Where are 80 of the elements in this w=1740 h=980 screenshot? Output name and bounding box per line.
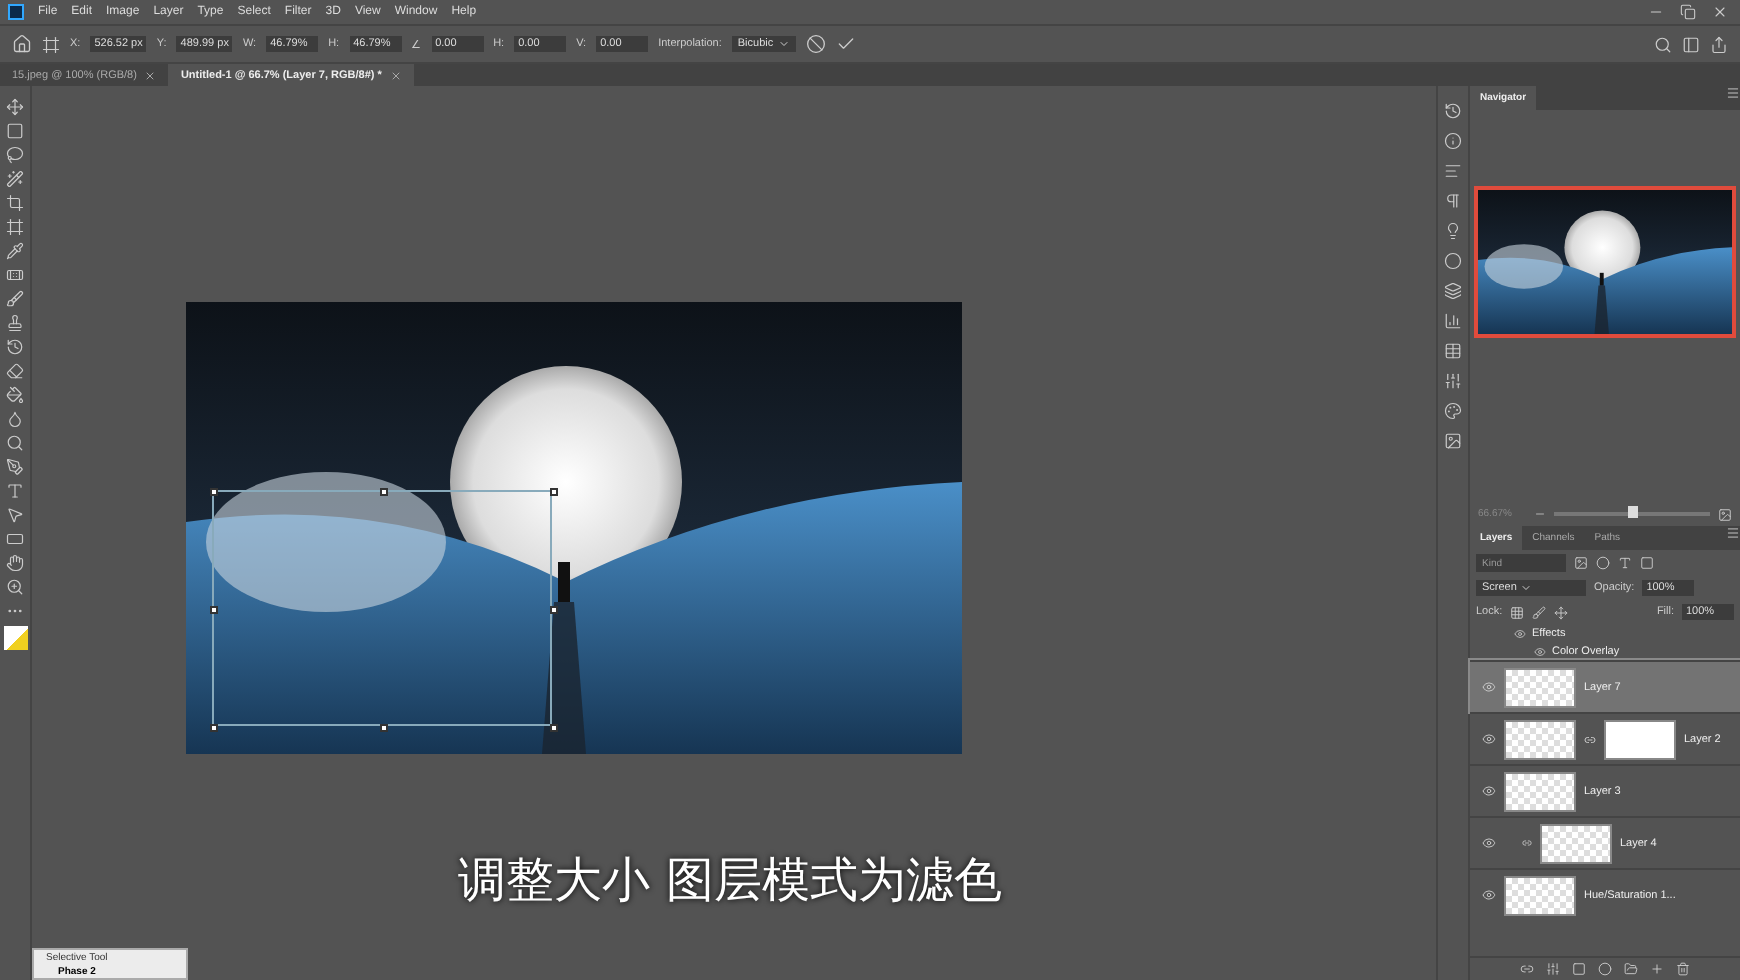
table-icon[interactable] xyxy=(1444,342,1462,360)
transform-handle[interactable] xyxy=(210,724,218,732)
workspace-icon[interactable] xyxy=(1682,35,1700,53)
eraser-icon[interactable] xyxy=(6,362,24,380)
restore-icon[interactable] xyxy=(1680,4,1696,20)
paragraph-icon[interactable] xyxy=(1444,192,1462,210)
transform-handle[interactable] xyxy=(550,488,558,496)
slider-thumb[interactable] xyxy=(1628,506,1638,518)
layer-thumbnail xyxy=(1540,823,1612,863)
transform-handle[interactable] xyxy=(210,606,218,614)
commit-icon[interactable] xyxy=(835,34,856,54)
filter-shape-icon[interactable] xyxy=(1640,556,1654,570)
eye-icon[interactable] xyxy=(1482,888,1496,902)
stamp-icon[interactable] xyxy=(6,314,24,332)
eye-icon[interactable] xyxy=(1482,836,1496,850)
transform-handle[interactable] xyxy=(380,488,388,496)
transform-handle[interactable] xyxy=(550,724,558,732)
transform-handle[interactable] xyxy=(550,606,558,614)
close-icon[interactable] xyxy=(389,69,402,81)
link-icon[interactable] xyxy=(1520,962,1534,976)
lock-position-icon[interactable] xyxy=(1554,605,1569,619)
pointer-icon[interactable] xyxy=(6,506,24,524)
app-logo xyxy=(8,4,24,20)
bandage-icon[interactable] xyxy=(6,266,24,284)
layer-thumbnail xyxy=(1504,719,1576,759)
menu-icon[interactable] xyxy=(1726,86,1740,100)
new-layer-icon[interactable] xyxy=(1650,962,1664,976)
transform-box[interactable] xyxy=(212,490,552,726)
subtitle: 调整大小 图层模式为滤色 xyxy=(456,850,1004,912)
zoom-icon[interactable] xyxy=(6,578,24,596)
lasso-icon[interactable] xyxy=(6,146,24,164)
eye-icon[interactable] xyxy=(1534,645,1546,657)
marquee-icon[interactable] xyxy=(6,122,24,140)
transform-handle[interactable] xyxy=(210,488,218,496)
layer-thumbnail xyxy=(1504,771,1576,811)
close-icon[interactable] xyxy=(144,69,157,81)
crop-icon[interactable] xyxy=(6,194,24,212)
chevron-down-icon xyxy=(1520,582,1533,594)
hand-icon[interactable] xyxy=(6,554,24,572)
move-icon[interactable] xyxy=(6,98,24,116)
wand-icon[interactable] xyxy=(6,170,24,188)
eye-icon[interactable] xyxy=(1482,784,1496,798)
chevron-down-icon xyxy=(777,38,790,50)
pen-icon[interactable] xyxy=(6,458,24,476)
layers-icon[interactable] xyxy=(1444,282,1462,300)
link-icon xyxy=(1584,733,1596,745)
palette-icon[interactable] xyxy=(1444,402,1462,420)
close-icon[interactable] xyxy=(1712,4,1728,20)
color-swatches[interactable] xyxy=(3,626,27,650)
home-icon[interactable] xyxy=(12,34,32,54)
eye-icon[interactable] xyxy=(1514,627,1526,639)
eye-icon[interactable] xyxy=(1482,680,1496,694)
share-icon[interactable] xyxy=(1710,35,1728,53)
info-icon[interactable] xyxy=(1444,132,1462,150)
eye-icon[interactable] xyxy=(1482,732,1496,746)
frame-icon[interactable] xyxy=(6,218,24,236)
type-icon[interactable] xyxy=(6,482,24,500)
transform-icon[interactable] xyxy=(42,35,60,53)
sliders-icon[interactable] xyxy=(1444,372,1462,390)
folder-icon[interactable] xyxy=(1624,962,1638,976)
histogram-icon[interactable] xyxy=(1444,312,1462,330)
layer-thumbnail xyxy=(1504,875,1576,915)
circle-icon[interactable] xyxy=(1444,252,1462,270)
cancel-icon[interactable] xyxy=(805,34,826,54)
eyedropper-icon[interactable] xyxy=(6,242,24,260)
rectangle-icon[interactable] xyxy=(6,530,24,548)
transform-handle[interactable] xyxy=(380,724,388,732)
filter-image-icon[interactable] xyxy=(1574,556,1588,570)
droplet-icon[interactable] xyxy=(6,410,24,428)
image-icon[interactable] xyxy=(1444,432,1462,450)
filter-type-icon[interactable] xyxy=(1618,556,1632,570)
lock-paint-icon[interactable] xyxy=(1532,605,1547,619)
layer-thumbnail xyxy=(1504,667,1576,707)
lock-pixels-icon[interactable] xyxy=(1510,605,1525,619)
history-icon[interactable] xyxy=(1444,102,1462,120)
bucket-icon[interactable] xyxy=(6,386,24,404)
search-icon[interactable] xyxy=(1654,35,1672,53)
menu-icon[interactable] xyxy=(1726,526,1740,540)
trash-icon[interactable] xyxy=(1676,962,1690,976)
brush-icon[interactable] xyxy=(6,290,24,308)
